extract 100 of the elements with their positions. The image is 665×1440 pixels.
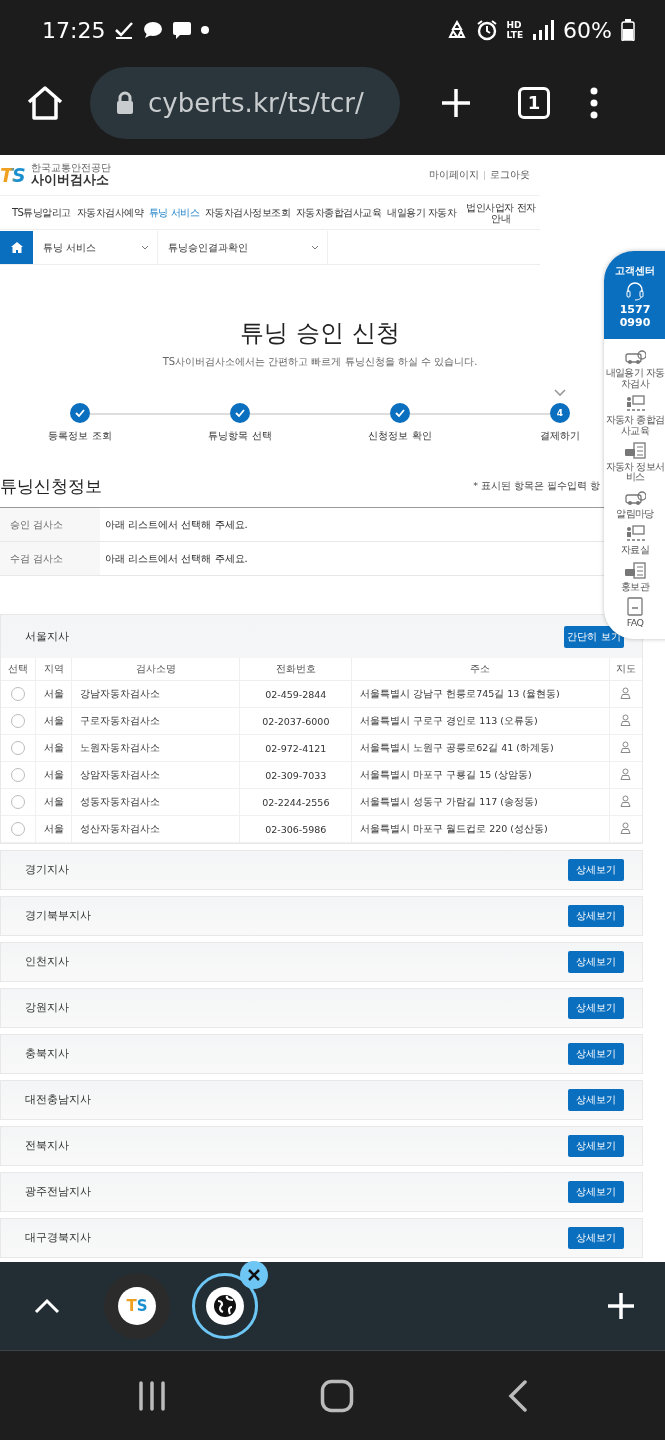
radio-button[interactable] [11, 741, 26, 755]
menu-item[interactable]: TS튜닝알리고 [12, 205, 71, 220]
branch-name: 서울지사 [25, 629, 69, 644]
table-cell: 02-2244-2556 [239, 788, 352, 816]
table-cell: 성동자동차검사소 [71, 788, 240, 816]
table-cell: 02-2037-6000 [239, 707, 352, 735]
menu-item[interactable]: 내일용기 자동차 [387, 205, 457, 220]
branch-name: 전북지사 [25, 1139, 69, 1153]
voice-label: HD [506, 20, 523, 30]
menu-item[interactable]: 자동차종합검사교육 [295, 205, 382, 220]
quick-menu-link[interactable]: 자동차 정보서비스 [605, 441, 665, 483]
branch-name: 인천지사 [25, 955, 69, 969]
menu-item[interactable]: 자동차검사예약 [76, 205, 144, 220]
quick-menu-link[interactable]: 자동차 종합검사교육 [605, 394, 665, 437]
headset-icon [626, 281, 644, 301]
column-header: 선택 [1, 658, 36, 681]
toggle-button[interactable]: 상세보기 [568, 905, 624, 927]
branch-name: 대구경북지사 [25, 1231, 91, 1245]
presentation-icon [624, 524, 646, 544]
plus-icon[interactable] [440, 86, 472, 119]
recent-apps-icon[interactable] [136, 1380, 167, 1411]
page-title: 튜닝 승인 신청 [240, 318, 400, 349]
table-cell: 상암자동차검사소 [71, 761, 240, 789]
branch-name: 경기북부지사 [25, 909, 91, 923]
header-link[interactable]: 마이페이지 [429, 168, 479, 182]
lock-icon [116, 90, 134, 115]
table-cell: 서울 [35, 734, 72, 762]
branch-name: 대전충남지사 [25, 1093, 91, 1107]
radio-button[interactable] [11, 687, 26, 701]
menu-item[interactable]: 법인사업자 전자안내 [461, 201, 540, 224]
toggle-button[interactable]: 상세보기 [568, 1227, 624, 1249]
menu-item[interactable]: 튜닝 서비스 [148, 205, 200, 220]
phone-number: 1577 0990 [618, 304, 652, 330]
address-bar[interactable]: cyberts.kr/ts/tcr/ [90, 66, 400, 139]
step-label: 튜닝항목 선택 [208, 429, 272, 443]
back-icon[interactable] [508, 1379, 529, 1412]
plus-icon[interactable] [607, 1292, 635, 1320]
branch-name: 충북지사 [25, 1047, 69, 1061]
caret-icon [141, 245, 149, 250]
table-cell: 서울 [35, 680, 72, 708]
column-header: 지도 [609, 658, 642, 681]
table-cell: 서울특별시 마포구 월드컵로 220 (성산동) [351, 815, 610, 843]
radio-button[interactable] [11, 822, 26, 836]
radio-button[interactable] [11, 714, 26, 728]
home-icon[interactable] [320, 1378, 355, 1413]
table-cell: 노원자동차검사소 [71, 734, 240, 762]
quick-menu-link[interactable]: 자료실 [605, 524, 665, 556]
site-name: 사이버검사소 [30, 173, 109, 188]
toggle-button[interactable]: 상세보기 [568, 1181, 624, 1203]
tab-count-button[interactable]: 1 [518, 86, 550, 119]
column-header: 전화번호 [239, 658, 352, 681]
table-cell: 02-459-2844 [239, 680, 352, 708]
close-icon [248, 1269, 260, 1281]
table-cell: 02-972-4121 [239, 734, 352, 762]
panel-title: 고객센터 [615, 265, 655, 278]
table-cell: 성산자동차검사소 [71, 815, 240, 843]
table-cell: 구로자동차검사소 [71, 707, 240, 735]
car-icon [624, 347, 646, 367]
collapse-icon[interactable] [34, 1298, 60, 1314]
radio-button[interactable] [11, 795, 26, 809]
section-title: 튜닝신청정보 [0, 474, 102, 498]
table-cell: 서울 [35, 815, 72, 843]
toggle-button[interactable]: 간단히 보기 [564, 625, 624, 648]
table-cell: 강남자동차검사소 [71, 680, 240, 708]
field-value: 아래 리스트에서 선택해 주세요. [105, 518, 248, 530]
toggle-button[interactable]: 상세보기 [568, 1043, 624, 1065]
toggle-button[interactable]: 상세보기 [568, 1135, 624, 1157]
more-icon[interactable] [590, 86, 598, 119]
table-cell: 서울특별시 성동구 가람길 117 (송정동) [351, 788, 610, 816]
step-label: 등록정보 조회 [48, 429, 112, 443]
table-cell: 서울 [35, 788, 72, 816]
message-icon [172, 20, 193, 40]
quick-menu-link[interactable]: 알림마당 [605, 487, 665, 520]
menu-item[interactable]: 자동차검사정보조회 [204, 205, 291, 220]
home-button[interactable] [0, 231, 33, 264]
table-cell: 서울 [35, 761, 72, 789]
browser-tab[interactable]: TS [104, 1273, 170, 1339]
battery-icon [621, 19, 635, 41]
table-cell: 서울특별시 구로구 경인로 113 (오류동) [351, 707, 610, 735]
table-cell: 서울특별시 강남구 헌릉로745길 13 (율현동) [351, 680, 610, 708]
org-name: 한국교통안전공단 [30, 162, 111, 174]
document-icon [624, 597, 646, 617]
toggle-button[interactable]: 상세보기 [568, 951, 624, 973]
quick-menu-link[interactable]: 내일용기 자동차검사 [605, 347, 665, 390]
globe-icon [212, 1293, 238, 1319]
column-header: 지역 [35, 658, 72, 681]
radio-button[interactable] [11, 768, 26, 782]
quick-menu-link[interactable]: 홍보관 [605, 560, 665, 593]
header-link[interactable]: 로그아웃 [490, 168, 530, 182]
toggle-button[interactable]: 상세보기 [568, 997, 624, 1019]
step-number: 4 [550, 403, 570, 423]
caret-icon [311, 245, 319, 250]
toggle-button[interactable]: 상세보기 [568, 859, 624, 881]
table-cell: 서울특별시 노원구 공릉로62길 41 (하계동) [351, 734, 610, 762]
step-label: 신청정보 확인 [368, 429, 432, 443]
table-cell: 서울특별시 마포구 구룡길 15 (상암동) [351, 761, 610, 789]
dot-icon [201, 26, 210, 34]
toggle-button[interactable]: 상세보기 [568, 1089, 624, 1111]
home-icon [10, 242, 23, 253]
close-tab-button[interactable] [240, 1261, 268, 1289]
